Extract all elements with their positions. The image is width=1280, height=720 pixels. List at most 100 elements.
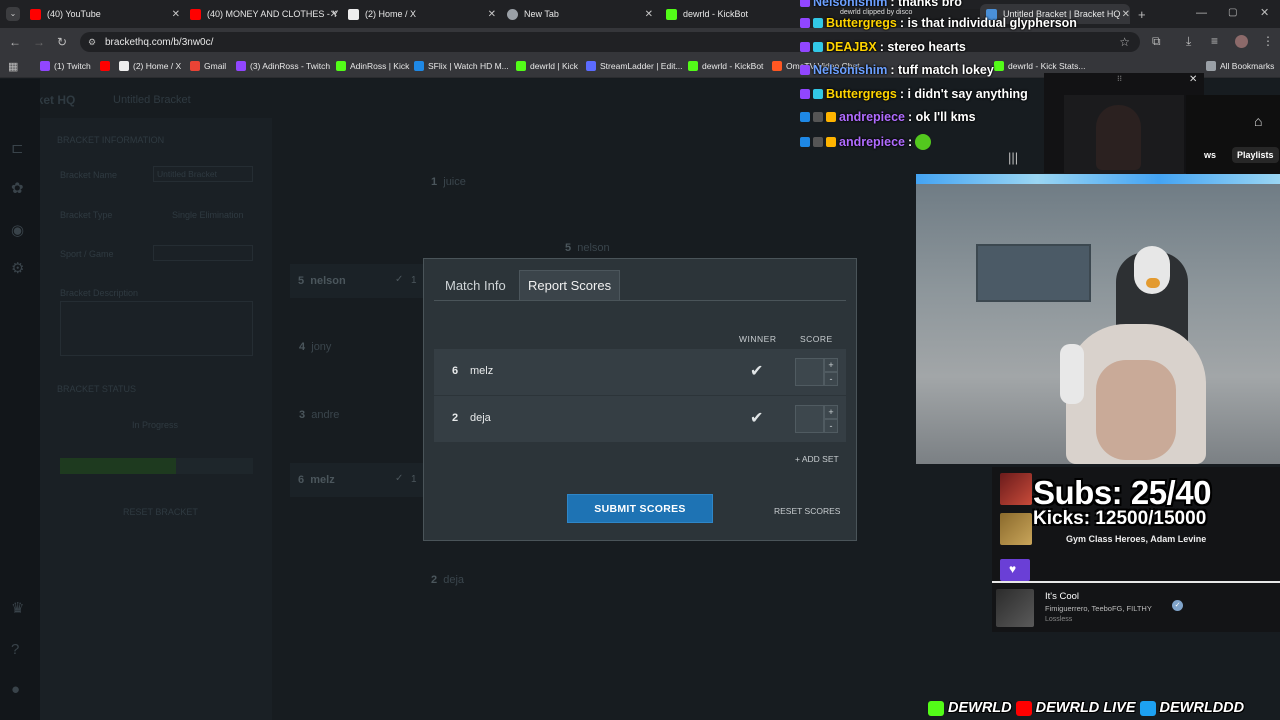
bookmark-streamladder[interactable]: StreamLadder | Edit... bbox=[586, 61, 683, 71]
tab-report-scores[interactable]: Report Scores bbox=[519, 270, 621, 300]
thumbnail-figure bbox=[1096, 105, 1141, 170]
twitter-handle: DEWRLDDD bbox=[1159, 700, 1245, 716]
address-bar[interactable]: ⚙ brackethq.com/b/3nw0c/ ☆ bbox=[80, 32, 1140, 52]
extensions-icon[interactable]: ⧉ bbox=[1152, 34, 1161, 49]
team-seed: 6 bbox=[452, 365, 459, 377]
tab-match-info[interactable]: Match Info bbox=[437, 270, 514, 300]
miniplayer-close-icon[interactable]: ✕ bbox=[1189, 74, 1197, 85]
description-field[interactable] bbox=[60, 301, 253, 356]
bracket-team[interactable]: 5 nelson bbox=[565, 242, 610, 254]
status-progress-bar bbox=[60, 458, 253, 474]
streamer bbox=[1060, 324, 1206, 464]
close-icon[interactable]: ✕ bbox=[645, 9, 653, 20]
maximize-button[interactable]: ▢ bbox=[1228, 7, 1237, 18]
winner-check-icon[interactable]: ✔ bbox=[750, 361, 763, 381]
media-control-icon[interactable]: ≡ bbox=[1211, 34, 1218, 48]
bookmark-star-icon[interactable]: ☆ bbox=[1119, 35, 1130, 49]
gear-icon[interactable]: ⚙ bbox=[11, 259, 29, 277]
heart-icon: ♥ bbox=[1009, 562, 1017, 576]
bookmark-twitch[interactable]: (1) Twitch bbox=[40, 61, 91, 71]
bracket-row[interactable]: 5 nelson ✓ 1 bbox=[290, 264, 425, 298]
tab-label: dewrld - KickBot bbox=[683, 9, 749, 19]
site-info-icon[interactable]: ⚙ bbox=[88, 37, 96, 48]
equalizer-icon: ||| bbox=[1008, 150, 1019, 165]
reset-bracket-button[interactable]: RESET BRACKET bbox=[123, 507, 198, 517]
reload-button[interactable]: ↻ bbox=[57, 35, 67, 49]
playlists-chip[interactable]: Playlists bbox=[1232, 147, 1279, 163]
close-icon[interactable]: ✕ bbox=[488, 9, 496, 20]
bookmark-dewrld-kick[interactable]: dewrld | Kick bbox=[516, 61, 578, 71]
new-tab-button[interactable]: + bbox=[1138, 7, 1146, 22]
badge-icon bbox=[800, 137, 810, 147]
bracket-score: 1 bbox=[411, 474, 417, 485]
tab-divider bbox=[434, 300, 846, 301]
bracket-team[interactable]: 1 juice bbox=[431, 176, 466, 188]
chat-message: andrepiece : ok I'll kms bbox=[800, 110, 976, 124]
users-icon[interactable]: ✿ bbox=[11, 179, 29, 197]
crown-icon[interactable]: ♛ bbox=[11, 599, 29, 617]
tab-search-button[interactable]: ⌄ bbox=[6, 7, 20, 21]
shorts-chip[interactable]: ws bbox=[1204, 150, 1216, 160]
reset-scores-button[interactable]: RESET SCORES bbox=[774, 506, 840, 516]
score-input[interactable] bbox=[795, 405, 824, 433]
video-thumbnail[interactable] bbox=[1064, 95, 1184, 175]
bookmark-youtube[interactable] bbox=[100, 61, 110, 71]
folder-icon bbox=[1206, 61, 1216, 71]
chat-message: andrepiece : bbox=[800, 134, 932, 150]
add-set-button[interactable]: + ADD SET bbox=[795, 454, 839, 464]
miniplayer-drag-handle-icon[interactable]: ⁝⁝ bbox=[1117, 74, 1122, 83]
forward-button[interactable]: → bbox=[33, 35, 45, 49]
bookmark-sflix[interactable]: SFlix | Watch HD M... bbox=[414, 61, 509, 71]
close-icon[interactable]: ✕ bbox=[330, 9, 338, 20]
x-icon bbox=[348, 8, 359, 20]
bracket-team[interactable]: 2 deja bbox=[431, 574, 464, 586]
bookmark-adinross-twitch[interactable]: (3) AdinRoss - Twitch bbox=[236, 61, 330, 71]
close-window-button[interactable]: ✕ bbox=[1260, 6, 1269, 19]
sport-field[interactable] bbox=[153, 245, 253, 261]
increment-button[interactable]: + bbox=[824, 358, 838, 372]
tab-money-and-clothes[interactable]: (40) MONEY AND CLOTHES - Y ✕ bbox=[190, 4, 338, 24]
bookmark-kickbot[interactable]: dewrld - KickBot bbox=[688, 61, 763, 71]
youtube-icon bbox=[1015, 700, 1032, 716]
chat-text: : i didn't say anything bbox=[899, 87, 1028, 101]
chrome-icon bbox=[507, 8, 518, 20]
minimize-button[interactable]: — bbox=[1196, 7, 1207, 19]
back-button[interactable]: ← bbox=[9, 35, 21, 49]
avatar[interactable]: ● bbox=[11, 681, 29, 698]
help-icon[interactable]: ? bbox=[11, 641, 29, 658]
now-artist: Gym Class Heroes, Adam Levine bbox=[1066, 534, 1207, 544]
decrement-button[interactable]: - bbox=[824, 419, 838, 433]
bookmark-home-x[interactable]: (2) Home / X bbox=[119, 61, 181, 71]
tab-youtube[interactable]: (40) YouTube ✕ bbox=[30, 4, 180, 24]
bracket-team[interactable]: 4 jony bbox=[299, 341, 331, 353]
close-icon[interactable]: ✕ bbox=[172, 9, 180, 20]
score-column-header: SCORE bbox=[800, 334, 833, 344]
bracket-name-field[interactable]: Untitled Bracket bbox=[153, 166, 253, 182]
bookmark-adinross-kick[interactable]: AdinRoss | Kick bbox=[336, 61, 409, 71]
tab-kickbot[interactable]: dewrld - KickBot bbox=[666, 4, 796, 24]
bracket-icon[interactable]: ⊏ bbox=[11, 139, 29, 157]
winner-check-icon[interactable]: ✔ bbox=[750, 408, 763, 428]
chat-text: : is that individual glypherson bbox=[899, 16, 1077, 30]
tab-new-tab[interactable]: New Tab ✕ bbox=[507, 4, 653, 24]
bookmark-kick-stats[interactable]: dewrld - Kick Stats... bbox=[994, 61, 1085, 71]
submit-scores-button[interactable]: SUBMIT SCORES bbox=[567, 494, 713, 523]
bookmark-all[interactable]: All Bookmarks bbox=[1206, 61, 1274, 71]
report-scores-modal: Match Info Report Scores WINNER SCORE 6 … bbox=[423, 258, 857, 541]
score-input[interactable] bbox=[795, 358, 824, 386]
increment-button[interactable]: + bbox=[824, 405, 838, 419]
profile-avatar[interactable] bbox=[1235, 35, 1248, 48]
apps-grid-icon[interactable]: ▦ bbox=[8, 60, 18, 73]
bracket-team[interactable]: 3 andre bbox=[299, 409, 339, 421]
tab-home-x[interactable]: (2) Home / X ✕ bbox=[348, 4, 496, 24]
palette-icon[interactable]: ◉ bbox=[11, 221, 29, 239]
bracket-title[interactable]: Untitled Bracket bbox=[113, 94, 191, 106]
decrement-button[interactable]: - bbox=[824, 372, 838, 386]
type-value[interactable]: Single Elimination bbox=[172, 210, 244, 220]
download-icon[interactable]: ⤓ bbox=[1186, 34, 1191, 49]
bookmark-gmail[interactable]: Gmail bbox=[190, 61, 226, 71]
close-icon[interactable]: ✕ bbox=[1122, 9, 1130, 20]
home-icon[interactable]: ⌂ bbox=[1254, 113, 1262, 129]
bracket-row[interactable]: 6 melz ✓ 1 bbox=[290, 463, 425, 497]
chrome-menu-icon[interactable]: ⋮ bbox=[1262, 34, 1274, 48]
